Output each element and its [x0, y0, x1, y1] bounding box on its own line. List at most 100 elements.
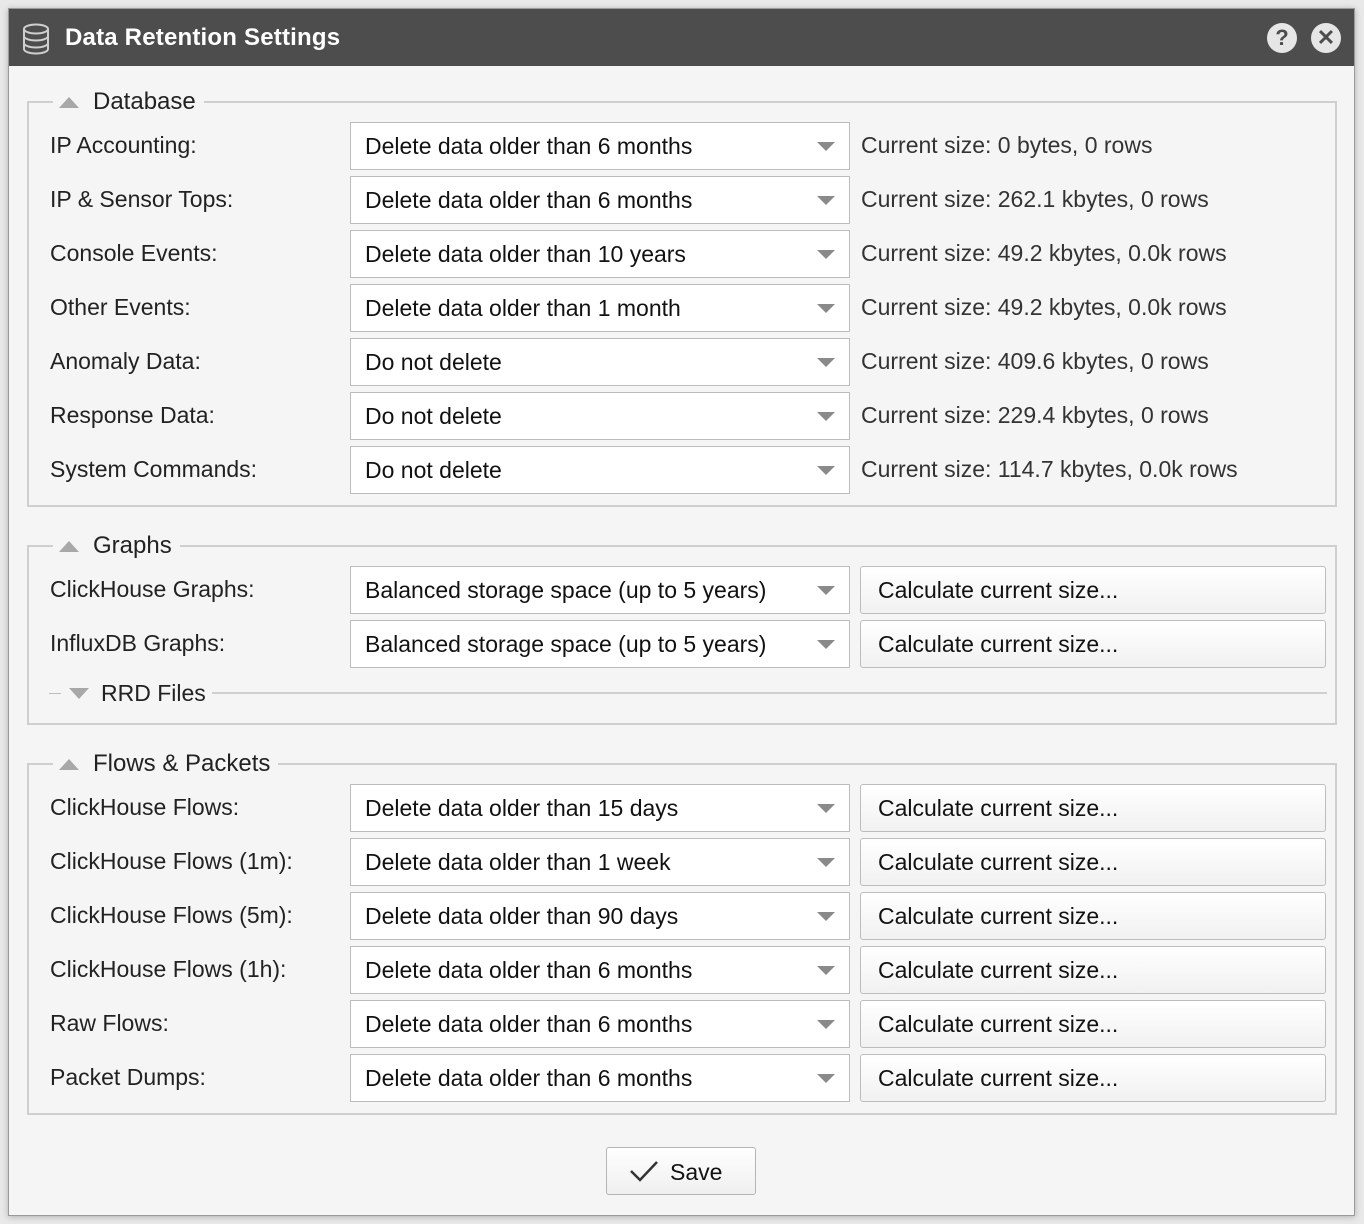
database-row: System Commands: Do not delete Current siz…: [29, 446, 1335, 494]
rrd-dash: [49, 692, 61, 694]
retention-select-value: Delete data older than 10 years: [365, 241, 686, 267]
chevron-down-icon: [817, 250, 835, 259]
row-label: ClickHouse Flows:: [50, 794, 240, 820]
retention-select[interactable]: Balanced storage space (up to 5 years): [350, 620, 850, 668]
flows-legend: Flows & Packets: [93, 750, 271, 777]
chevron-down-icon: [817, 1020, 835, 1029]
calculate-size-label: Calculate current size...: [878, 795, 1119, 821]
graphs-row: ClickHouse Graphs: Balanced storage space…: [29, 566, 1335, 614]
save-label: Save: [670, 1159, 723, 1185]
retention-select[interactable]: Delete data older than 6 months: [350, 122, 850, 170]
row-label: System Commands:: [50, 456, 258, 482]
database-row: Other Events: Delete data older than 1 mo…: [29, 284, 1335, 332]
flows-row: Packet Dumps: Delete data older than 6 mo…: [29, 1054, 1335, 1102]
row-label: IP & Sensor Tops:: [50, 186, 234, 212]
chevron-down-icon: [817, 142, 835, 151]
flows-row: ClickHouse Flows (5m): Delete data older …: [29, 892, 1335, 940]
database-row: IP & Sensor Tops: Delete data older than …: [29, 176, 1335, 224]
database-row: IP Accounting: Delete data older than 6 m…: [29, 122, 1335, 170]
calculate-size-button[interactable]: Calculate current size...: [860, 1000, 1326, 1048]
row-label: ClickHouse Graphs:: [50, 576, 255, 602]
title-bar: Data Retention Settings ? ✕: [9, 9, 1354, 66]
retention-select-value: Delete data older than 1 month: [365, 295, 681, 321]
database-legend: Database: [93, 88, 196, 115]
checkmark-icon: [629, 1159, 659, 1188]
chevron-down-icon: [817, 304, 835, 313]
database-section: Database IP Accounting: Delete data older…: [27, 87, 1337, 507]
chevron-down-icon: [817, 196, 835, 205]
retention-select[interactable]: Delete data older than 90 days: [350, 892, 850, 940]
retention-select-value: Delete data older than 6 months: [365, 133, 693, 159]
calculate-size-button[interactable]: Calculate current size...: [860, 566, 1326, 614]
calculate-size-button[interactable]: Calculate current size...: [860, 892, 1326, 940]
flows-row: ClickHouse Flows: Delete data older than …: [29, 784, 1335, 832]
retention-select[interactable]: Delete data older than 6 months: [350, 176, 850, 224]
collapse-triangle-icon: [59, 758, 79, 770]
database-icon: [21, 23, 51, 60]
retention-select[interactable]: Delete data older than 10 years: [350, 230, 850, 278]
rrd-files-label: RRD Files: [101, 679, 206, 706]
database-row: Anomaly Data: Do not delete Current size: …: [29, 338, 1335, 386]
retention-select[interactable]: Delete data older than 1 week: [350, 838, 850, 886]
retention-select[interactable]: Balanced storage space (up to 5 years): [350, 566, 850, 614]
calculate-size-label: Calculate current size...: [878, 849, 1119, 875]
close-button[interactable]: ✕: [1311, 23, 1341, 53]
calculate-size-button[interactable]: Calculate current size...: [860, 946, 1326, 994]
retention-select-value: Do not delete: [365, 349, 502, 375]
calculate-size-button[interactable]: Calculate current size...: [860, 620, 1326, 668]
chevron-down-icon: [817, 412, 835, 421]
chevron-down-icon: [817, 912, 835, 921]
retention-select[interactable]: Delete data older than 1 month: [350, 284, 850, 332]
flows-row: ClickHouse Flows (1h): Delete data older …: [29, 946, 1335, 994]
calculate-size-label: Calculate current size...: [878, 1065, 1119, 1091]
help-icon: ?: [1275, 25, 1289, 50]
chevron-down-icon: [817, 586, 835, 595]
row-label: Other Events:: [50, 294, 191, 320]
retention-select-value: Do not delete: [365, 403, 502, 429]
rrd-divider: [211, 692, 1327, 694]
row-label: Raw Flows:: [50, 1010, 169, 1036]
chevron-down-icon: [817, 466, 835, 475]
help-button[interactable]: ?: [1267, 23, 1297, 53]
retention-select[interactable]: Delete data older than 15 days: [350, 784, 850, 832]
retention-select[interactable]: Delete data older than 6 months: [350, 946, 850, 994]
retention-select-value: Delete data older than 6 months: [365, 1065, 693, 1091]
calculate-size-button[interactable]: Calculate current size...: [860, 784, 1326, 832]
retention-select[interactable]: Delete data older than 6 months: [350, 1054, 850, 1102]
retention-select-value: Delete data older than 6 months: [365, 1011, 693, 1037]
collapse-triangle-icon: [59, 96, 79, 108]
retention-select[interactable]: Do not delete: [350, 446, 850, 494]
dialog-title: Data Retention Settings: [65, 24, 341, 51]
retention-select[interactable]: Do not delete: [350, 338, 850, 386]
graphs-section-toggle[interactable]: Graphs: [53, 531, 180, 561]
row-label: IP Accounting:: [50, 132, 197, 158]
chevron-down-icon: [817, 858, 835, 867]
retention-select[interactable]: Delete data older than 6 months: [350, 1000, 850, 1048]
chevron-down-icon: [817, 640, 835, 649]
rrd-files-toggle[interactable]: RRD Files: [49, 678, 1327, 708]
expand-triangle-icon: [69, 687, 89, 699]
database-row: Console Events: Delete data older than 10…: [29, 230, 1335, 278]
row-label: ClickHouse Flows (5m):: [50, 902, 293, 928]
row-label: Packet Dumps:: [50, 1064, 206, 1090]
database-section-toggle[interactable]: Database: [53, 87, 204, 117]
flows-section-toggle[interactable]: Flows & Packets: [53, 749, 279, 779]
row-label: InfluxDB Graphs:: [50, 630, 226, 656]
data-retention-dialog: Data Retention Settings ? ✕ Database IP …: [8, 8, 1355, 1216]
graphs-row: InfluxDB Graphs: Balanced storage space (…: [29, 620, 1335, 668]
calculate-size-button[interactable]: Calculate current size...: [860, 1054, 1326, 1102]
retention-select-value: Delete data older than 6 months: [365, 187, 693, 213]
save-button[interactable]: Save: [606, 1147, 756, 1195]
flows-row: ClickHouse Flows (1m): Delete data older …: [29, 838, 1335, 886]
retention-select-value: Delete data older than 15 days: [365, 795, 679, 821]
calculate-size-button[interactable]: Calculate current size...: [860, 838, 1326, 886]
row-label: Response Data:: [50, 402, 215, 428]
current-size-text: Current size: 49.2 kbytes, 0.0k rows: [861, 294, 1227, 320]
retention-select[interactable]: Do not delete: [350, 392, 850, 440]
current-size-text: Current size: 262.1 kbytes, 0 rows: [861, 186, 1209, 212]
retention-select-value: Balanced storage space (up to 5 years): [365, 577, 767, 603]
chevron-down-icon: [817, 804, 835, 813]
chevron-down-icon: [817, 358, 835, 367]
calculate-size-label: Calculate current size...: [878, 631, 1119, 657]
retention-select-value: Do not delete: [365, 457, 502, 483]
